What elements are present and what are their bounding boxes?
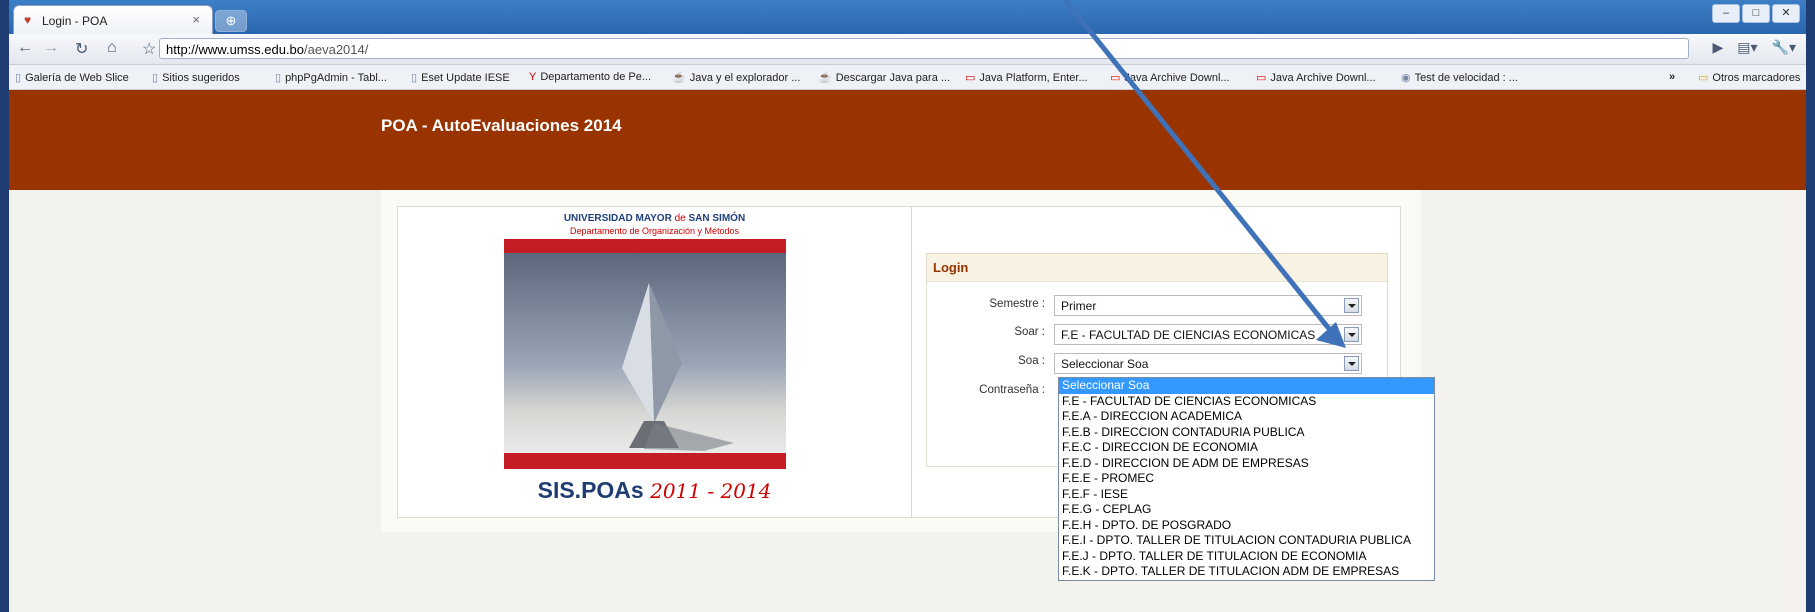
url-text: http://www.umss.edu.bo/aeva2014/: [166, 42, 369, 57]
soar-label: Soar :: [1014, 326, 1045, 338]
dropdown-option[interactable]: F.E.B - DIRECCION CONTADURIA PUBLICA: [1059, 425, 1434, 441]
site-favicon-icon: ♥: [24, 13, 32, 27]
title-bar: ♥ Login - POA × ⊕ – □ ✕: [9, 0, 1806, 34]
soar-select[interactable]: F.E - FACULTAD DE CIENCIAS ECONOMICAS: [1054, 324, 1362, 345]
browser-toolbar: ← → ↻ ⌂ ☆ http://www.umss.edu.bo/aeva201…: [9, 34, 1806, 65]
bookmark-item[interactable]: ▯ phpPgAdmin - Tabl...: [275, 71, 387, 84]
chevron-down-icon[interactable]: [1344, 298, 1359, 313]
minimize-button[interactable]: –: [1712, 4, 1740, 23]
dropdown-option[interactable]: Seleccionar Soa: [1059, 378, 1434, 394]
soa-value: Seleccionar Soa: [1061, 357, 1149, 371]
other-bookmarks-folder[interactable]: ▭ Otros marcadores: [1698, 71, 1800, 84]
dropdown-option[interactable]: F.E.J - DPTO. TALLER DE TITULACION DE EC…: [1059, 549, 1434, 565]
logo-column: UNIVERSIDAD MAYOR de SAN SIMÓN Departame…: [398, 207, 912, 517]
university-name: UNIVERSIDAD MAYOR de SAN SIMÓN: [563, 213, 746, 224]
page-menu-icon[interactable]: ▤▾: [1737, 39, 1757, 56]
password-label: Contraseña :: [979, 384, 1045, 396]
dropdown-option[interactable]: F.E.C - DIRECCION DE ECONOMIA: [1059, 440, 1434, 456]
chevron-down-icon[interactable]: [1344, 356, 1359, 371]
bookmark-item[interactable]: ▯ Eset Update IESE: [411, 71, 510, 84]
dropdown-option[interactable]: F.E.I - DPTO. TALLER DE TITULACION CONTA…: [1059, 533, 1434, 549]
bookmark-item[interactable]: ▭ Java Archive Downl...: [1110, 71, 1230, 84]
semestre-label: Semestre :: [989, 298, 1045, 310]
bookmark-item[interactable]: ☕ Java y el explorador ...: [672, 71, 800, 84]
bookmark-item[interactable]: ☕ Descargar Java para ...: [818, 71, 950, 84]
monument-image: [504, 239, 786, 469]
soa-label: Soa :: [1018, 355, 1045, 367]
semestre-select[interactable]: Primer: [1054, 295, 1362, 316]
wrench-icon[interactable]: 🔧▾: [1772, 39, 1796, 56]
reload-icon[interactable]: ↻: [75, 39, 88, 59]
soa-select[interactable]: Seleccionar Soa: [1054, 353, 1362, 374]
bookmarks-bar: ▯ Galería de Web Slice ▯ Sitios sugeridos …: [9, 65, 1806, 90]
address-bar[interactable]: ☆ http://www.umss.edu.bo/aeva2014/: [142, 38, 1689, 59]
bookmark-item[interactable]: Y Departamento de Pe...: [529, 71, 651, 83]
sispoas-logo: SIS.POAs 2011 - 2014: [537, 477, 772, 503]
dropdown-option[interactable]: F.E.G - CEPLAG: [1059, 502, 1434, 518]
page-header: POA - AutoEvaluaciones 2014: [9, 90, 1806, 190]
go-icon[interactable]: ▶: [1712, 39, 1723, 56]
dropdown-option[interactable]: F.E.D - DIRECCION DE ADM DE EMPRESAS: [1059, 456, 1434, 472]
bookmarks-overflow-icon[interactable]: »: [1669, 71, 1675, 83]
dropdown-option[interactable]: F.E - FACULTAD DE CIENCIAS ECONOMICAS: [1059, 394, 1434, 410]
close-window-button[interactable]: ✕: [1772, 4, 1800, 23]
department-name: Departamento de Organización y Métodos: [569, 226, 740, 236]
browser-window: ♥ Login - POA × ⊕ – □ ✕ ← → ↻ ⌂ ☆ http:/…: [9, 0, 1806, 612]
semestre-value: Primer: [1061, 299, 1097, 313]
dropdown-option[interactable]: F.E.K - DPTO. TALLER DE TITULACION ADM D…: [1059, 564, 1434, 580]
tab-close-icon[interactable]: ×: [192, 12, 200, 27]
login-header: Login: [927, 254, 1387, 282]
bookmark-item[interactable]: ▭ Java Platform, Enter...: [965, 71, 1088, 84]
bookmark-item[interactable]: ▯ Galería de Web Slice: [15, 71, 129, 84]
bookmark-item[interactable]: ▭ Java Archive Downl...: [1256, 71, 1376, 84]
dropdown-option[interactable]: F.E.F - IESE: [1059, 487, 1434, 503]
tab-title: Login - POA: [42, 14, 108, 28]
maximize-button[interactable]: □: [1742, 4, 1770, 23]
dropdown-option[interactable]: F.E.A - DIRECCION ACADEMICA: [1059, 409, 1434, 425]
chevron-down-icon[interactable]: [1344, 327, 1359, 342]
bookmark-item[interactable]: ◉ Test de velocidad : ...: [1401, 71, 1518, 84]
dropdown-option[interactable]: F.E.E - PROMEC: [1059, 471, 1434, 487]
bookmark-star-icon[interactable]: ☆: [142, 39, 156, 59]
login-heading: Login: [933, 260, 969, 275]
home-icon[interactable]: ⌂: [107, 39, 117, 57]
page-title: POA - AutoEvaluaciones 2014: [381, 116, 622, 135]
browser-tab[interactable]: ♥ Login - POA ×: [13, 5, 213, 34]
forward-icon[interactable]: →: [43, 39, 59, 57]
bookmark-item[interactable]: ▯ Sitios sugeridos: [152, 71, 240, 84]
dropdown-option[interactable]: F.E.H - DPTO. DE POSGRADO: [1059, 518, 1434, 534]
soar-value: F.E - FACULTAD DE CIENCIAS ECONOMICAS: [1061, 328, 1316, 342]
back-icon[interactable]: ←: [17, 39, 33, 57]
soa-dropdown-list: Seleccionar Soa F.E - FACULTAD DE CIENCI…: [1058, 377, 1435, 581]
new-tab-button[interactable]: ⊕: [215, 10, 247, 32]
